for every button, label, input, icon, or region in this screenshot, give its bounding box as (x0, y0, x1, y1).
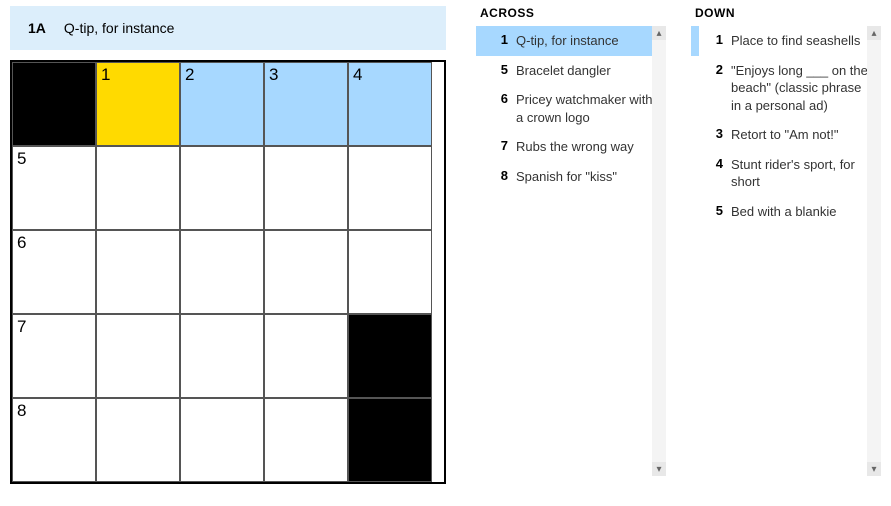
clue-text: Bed with a blankie (731, 203, 875, 221)
cell-number: 4 (353, 65, 362, 85)
clue-number: 2 (699, 62, 723, 115)
cell-number: 5 (17, 149, 26, 169)
clue-number: 1 (699, 32, 723, 50)
across-clue-item[interactable]: 7 Rubs the wrong way (476, 132, 666, 162)
clue-number: 6 (484, 91, 508, 126)
scroll-up-icon[interactable]: ▴ (652, 26, 666, 40)
grid-cell[interactable]: 4 (348, 62, 432, 146)
grid-cell[interactable] (96, 146, 180, 230)
grid-cell[interactable] (264, 398, 348, 482)
across-clue-item[interactable]: 1 Q-tip, for instance (476, 26, 666, 56)
clue-number: 8 (484, 168, 508, 186)
current-clue-label: 1A (28, 20, 46, 36)
clue-number: 5 (699, 203, 723, 221)
clue-number: 3 (699, 126, 723, 144)
grid-cell[interactable]: 6 (12, 230, 96, 314)
across-clue-item[interactable]: 5 Bracelet dangler (476, 56, 666, 86)
grid-cell[interactable] (180, 146, 264, 230)
cell-number: 1 (101, 65, 110, 85)
scroll-track[interactable] (867, 40, 881, 462)
clue-number: 5 (484, 62, 508, 80)
grid-cell[interactable]: 8 (12, 398, 96, 482)
grid-cell[interactable]: 2 (180, 62, 264, 146)
grid-cell[interactable] (348, 230, 432, 314)
down-clue-list: 1 Place to find seashells 2"Enjoys long __… (691, 26, 881, 226)
clue-text: Q-tip, for instance (516, 32, 660, 50)
scroll-track[interactable] (652, 40, 666, 462)
grid-cell-black (348, 398, 432, 482)
cell-number: 6 (17, 233, 26, 253)
grid-cell[interactable] (264, 146, 348, 230)
down-clue-item[interactable]: 3 Retort to "Am not!" (691, 120, 881, 150)
down-clue-item[interactable]: 2"Enjoys long ___ on the beach" (classic… (691, 56, 881, 121)
across-clue-list: 1 Q-tip, for instance 5 Bracelet dangler 6Pr… (476, 26, 666, 191)
clue-text: Stunt rider's sport, for short (731, 156, 875, 191)
cell-number: 8 (17, 401, 26, 421)
across-clue-item[interactable]: 8 Spanish for "kiss" (476, 162, 666, 192)
cell-number: 3 (269, 65, 278, 85)
grid-cell[interactable] (264, 314, 348, 398)
across-list-wrap: ▴ ▾ 1 Q-tip, for instance 5 Bracelet dangle… (476, 26, 666, 476)
current-clue-text: Q-tip, for instance (64, 20, 175, 36)
grid-cell-black (348, 314, 432, 398)
clue-text: Bracelet dangler (516, 62, 660, 80)
clue-number: 7 (484, 138, 508, 156)
clue-text: Retort to "Am not!" (731, 126, 875, 144)
grid-cell[interactable] (96, 314, 180, 398)
crossword-grid: 1 2 3 4 5 6 7 8 (10, 60, 446, 484)
grid-cell[interactable] (96, 398, 180, 482)
down-clue-item[interactable]: 1 Place to find seashells (691, 26, 881, 56)
clue-text: "Enjoys long ___ on the beach" (classic … (731, 62, 875, 115)
grid-cell[interactable] (180, 314, 264, 398)
clue-text: Spanish for "kiss" (516, 168, 660, 186)
current-clue-bar: 1A Q-tip, for instance (10, 6, 446, 50)
grid-cell[interactable] (264, 230, 348, 314)
grid-cell[interactable]: 1 (96, 62, 180, 146)
grid-cell[interactable]: 3 (264, 62, 348, 146)
grid-cell[interactable] (96, 230, 180, 314)
scroll-up-icon[interactable]: ▴ (867, 26, 881, 40)
clue-text: Place to find seashells (731, 32, 875, 50)
down-header: DOWN (691, 6, 881, 20)
clue-text: Pricey watchmaker with a crown logo (516, 91, 660, 126)
across-header: ACROSS (476, 6, 666, 20)
grid-cell[interactable]: 7 (12, 314, 96, 398)
grid-cell[interactable]: 5 (12, 146, 96, 230)
grid-cell[interactable] (180, 398, 264, 482)
cell-number: 7 (17, 317, 26, 337)
down-clue-item[interactable]: 5 Bed with a blankie (691, 197, 881, 227)
scroll-down-icon[interactable]: ▾ (867, 462, 881, 476)
clue-text: Rubs the wrong way (516, 138, 660, 156)
clue-number: 4 (699, 156, 723, 191)
clue-number: 1 (484, 32, 508, 50)
grid-cell[interactable] (348, 146, 432, 230)
across-clue-item[interactable]: 6Pricey watchmaker with a crown logo (476, 85, 666, 132)
down-clue-item[interactable]: 4Stunt rider's sport, for short (691, 150, 881, 197)
grid-cell[interactable] (180, 230, 264, 314)
down-list-wrap: ▴ ▾ 1 Place to find seashells 2"Enjoys lon… (691, 26, 881, 476)
scroll-down-icon[interactable]: ▾ (652, 462, 666, 476)
grid-cell-black (12, 62, 96, 146)
cell-number: 2 (185, 65, 194, 85)
